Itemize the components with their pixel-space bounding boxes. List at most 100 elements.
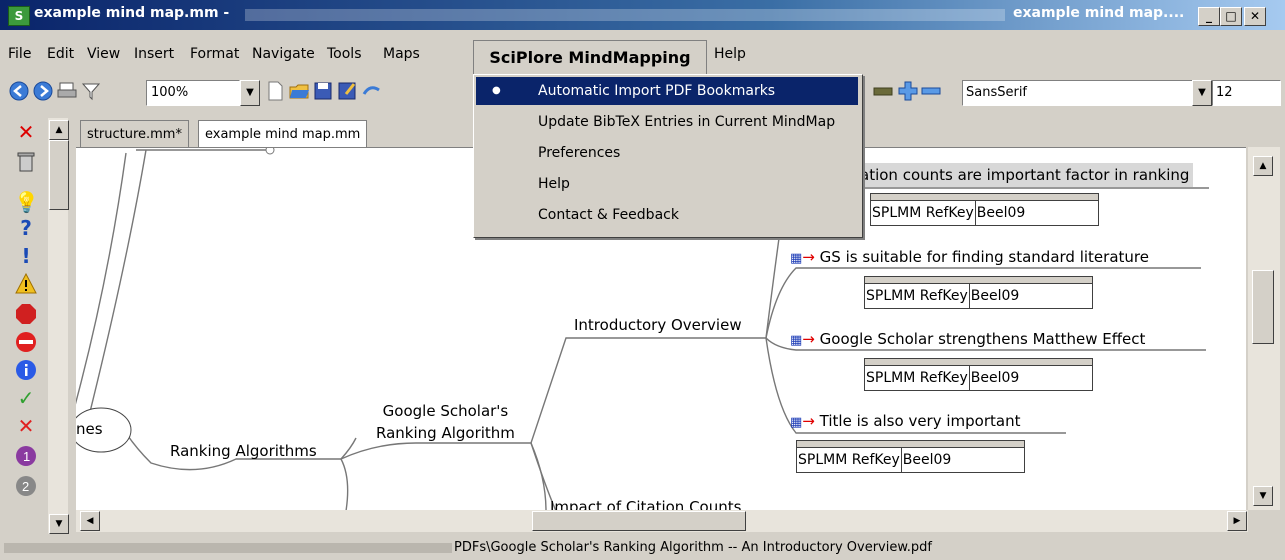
menu-edit[interactable]: Edit	[47, 46, 74, 62]
attr-table-1: SPLMM RefKey Beel09	[870, 193, 1099, 226]
attr-key: SPLMM RefKey	[871, 201, 976, 225]
iconbar-scroll-up[interactable]: ▲	[49, 120, 69, 140]
minimize-button[interactable]: _	[1198, 7, 1220, 26]
scroll-left-button[interactable]: ◀	[80, 511, 100, 531]
attr-value: Beel09	[970, 288, 1020, 304]
font-dropdown-button[interactable]: ▼	[1192, 80, 1212, 106]
node-introductory-overview[interactable]: Introductory Overview	[574, 316, 742, 334]
attr-key: SPLMM RefKey	[865, 366, 970, 390]
attribute-table-icon: ▦	[790, 333, 803, 348]
new-map-icon[interactable]	[264, 80, 286, 102]
menu-item-contact-feedback[interactable]: Contact & Feedback	[476, 201, 858, 229]
node-gs-matthew[interactable]: ▦→ Google Scholar strengthens Matthew Ef…	[790, 330, 1145, 348]
menu-item-auto-import-bookmarks[interactable]: ● Automatic Import PDF Bookmarks	[476, 77, 858, 105]
node-gs-ranking-line2: Ranking Algorithm	[376, 424, 515, 442]
title-bar: S example mind map.mm - example mind map…	[0, 0, 1285, 30]
node-gs-matthew-text: Google Scholar strengthens Matthew Effec…	[819, 330, 1146, 348]
save-icon[interactable]	[312, 80, 334, 102]
node-gs-suitable-text: GS is suitable for finding standard lite…	[819, 248, 1149, 266]
minus-icon[interactable]	[920, 80, 942, 102]
menu-item-help[interactable]: Help	[476, 170, 858, 198]
node-citation-counts[interactable]: ation counts are important factor in ran…	[856, 163, 1194, 187]
menu-insert[interactable]: Insert	[134, 46, 174, 62]
menu-tools[interactable]: Tools	[327, 46, 362, 62]
scroll-up-button[interactable]: ▲	[1253, 156, 1273, 176]
iconbar-scroll-down[interactable]: ▼	[49, 514, 69, 534]
menu-file[interactable]: File	[8, 46, 31, 62]
menu-help[interactable]: Help	[714, 46, 746, 62]
window-title: example mind map.mm -	[34, 5, 230, 21]
info-icon[interactable]	[14, 358, 38, 382]
maximize-button[interactable]: □	[1220, 7, 1242, 26]
font-size-field[interactable]: 12	[1212, 80, 1281, 106]
attr-value: Beel09	[976, 205, 1026, 221]
remove-icons-icon[interactable]: ✕	[14, 120, 38, 144]
tab-structure[interactable]: structure.mm*	[80, 120, 189, 149]
open-folder-icon[interactable]	[288, 80, 310, 102]
attr-value: Beel09	[902, 452, 952, 468]
bullet-icon: ●	[492, 85, 501, 96]
sciplore-dropdown-menu: ● Automatic Import PDF Bookmarks Update …	[473, 74, 863, 238]
scroll-down-button[interactable]: ▼	[1253, 486, 1273, 506]
zoom-dropdown-button[interactable]: ▼	[240, 80, 260, 106]
trash-icon[interactable]	[14, 150, 38, 174]
svg-text:1: 1	[23, 449, 30, 464]
stop-icon[interactable]	[14, 302, 38, 326]
node-partial[interactable]: nes	[76, 420, 103, 438]
no-entry-icon[interactable]	[14, 330, 38, 354]
attr-value: Beel09	[970, 370, 1020, 386]
node-gs-ranking-algorithm[interactable]: Google Scholar's Ranking Algorithm	[376, 402, 515, 442]
attr-key: SPLMM RefKey	[797, 448, 902, 472]
menu-item-label: Automatic Import PDF Bookmarks	[538, 83, 776, 99]
zoom-field[interactable]: 100%	[146, 80, 240, 106]
menu-item-update-bibtex[interactable]: Update BibTeX Entries in Current MindMap	[476, 108, 858, 136]
attr-table-4: SPLMM RefKey Beel09	[796, 440, 1025, 473]
status-path: PDFs\Google Scholar's Ranking Algorithm …	[454, 540, 933, 555]
link-arrow-icon: →	[802, 248, 815, 266]
priority-2-icon[interactable]: 2	[14, 474, 38, 498]
font-family-field[interactable]: SansSerif	[962, 80, 1195, 106]
menu-navigate[interactable]: Navigate	[252, 46, 315, 62]
app-icon: S	[8, 6, 30, 26]
forward-icon[interactable]	[32, 80, 54, 102]
node-title-important[interactable]: ▦→ Title is also very important	[790, 412, 1020, 430]
status-bar: PDFs\Google Scholar's Ranking Algorithm …	[0, 536, 1285, 560]
tab-example-mind-map[interactable]: example mind map.mm	[198, 120, 368, 149]
attr-table-2: SPLMM RefKey Beel09	[864, 276, 1093, 309]
print-icon[interactable]	[56, 80, 78, 102]
close-button[interactable]: ✕	[1244, 7, 1266, 26]
filter-icon[interactable]	[80, 80, 102, 102]
node-gs-suitable[interactable]: ▦→ GS is suitable for finding standard l…	[790, 248, 1149, 266]
attribute-table-icon: ▦	[790, 251, 803, 266]
node-title-important-text: Title is also very important	[819, 412, 1021, 430]
svg-text:2: 2	[22, 479, 29, 494]
checkmark-icon[interactable]: ✓	[14, 386, 38, 410]
blurred-path-segment	[4, 543, 452, 553]
warning-icon[interactable]	[14, 272, 38, 296]
back-icon[interactable]	[8, 80, 30, 102]
idea-bulb-icon[interactable]: 💡	[14, 190, 39, 214]
plus-icon[interactable]	[897, 80, 919, 102]
menu-view[interactable]: View	[87, 46, 120, 62]
menu-item-preferences[interactable]: Preferences	[476, 139, 858, 167]
horizontal-scroll-thumb[interactable]	[532, 511, 746, 531]
undo-icon[interactable]	[360, 80, 382, 102]
menu-format[interactable]: Format	[190, 46, 239, 62]
node-ranking-algorithms[interactable]: Ranking Algorithms	[170, 442, 317, 460]
attr-table-3: SPLMM RefKey Beel09	[864, 358, 1093, 391]
attr-key: SPLMM RefKey	[865, 284, 970, 308]
priority-1-icon[interactable]: 1	[14, 444, 38, 468]
cross-icon[interactable]: ✕	[14, 414, 38, 438]
save-as-icon[interactable]	[336, 80, 358, 102]
menu-maps[interactable]: Maps	[383, 46, 420, 62]
menu-sciplore-mindmapping[interactable]: SciPlore MindMapping	[473, 40, 707, 75]
iconbar-scroll-thumb[interactable]	[49, 140, 69, 210]
question-icon[interactable]: ?	[14, 216, 38, 240]
node-gs-ranking-line1: Google Scholar's	[382, 402, 509, 420]
window-title-right: example mind map....	[1013, 5, 1185, 21]
vertical-scroll-thumb[interactable]	[1252, 270, 1274, 344]
scroll-right-button[interactable]: ▶	[1227, 511, 1247, 531]
minus-bar-icon[interactable]	[872, 80, 894, 102]
blurred-path	[245, 9, 1005, 21]
exclamation-icon[interactable]: !	[14, 244, 38, 268]
